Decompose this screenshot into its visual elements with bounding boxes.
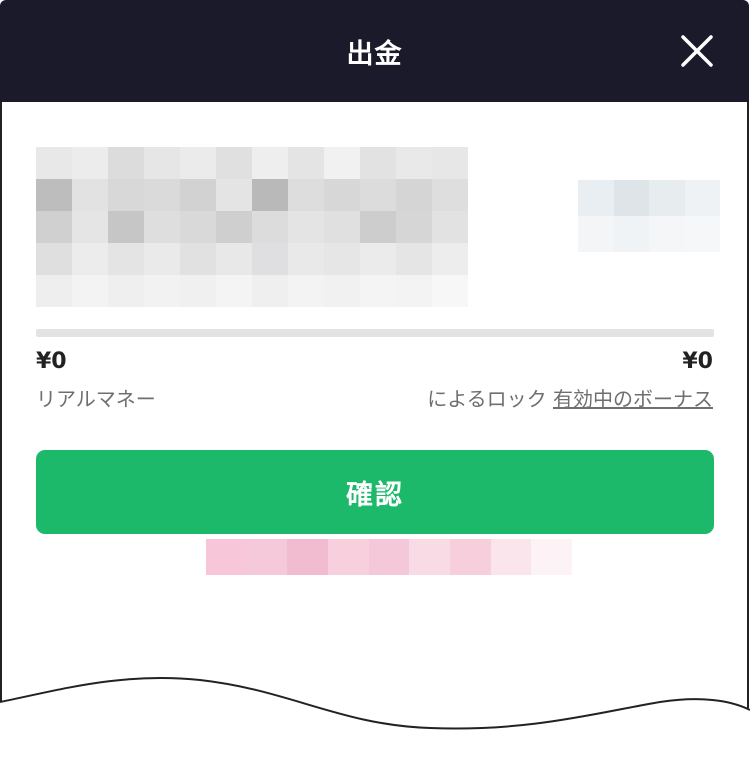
torn-edge-decoration bbox=[0, 102, 750, 765]
withdrawal-modal: 出金 ¥0 ¥0 リアルマネー によるロック 有効中のボーナス 確認 bbox=[0, 0, 750, 765]
